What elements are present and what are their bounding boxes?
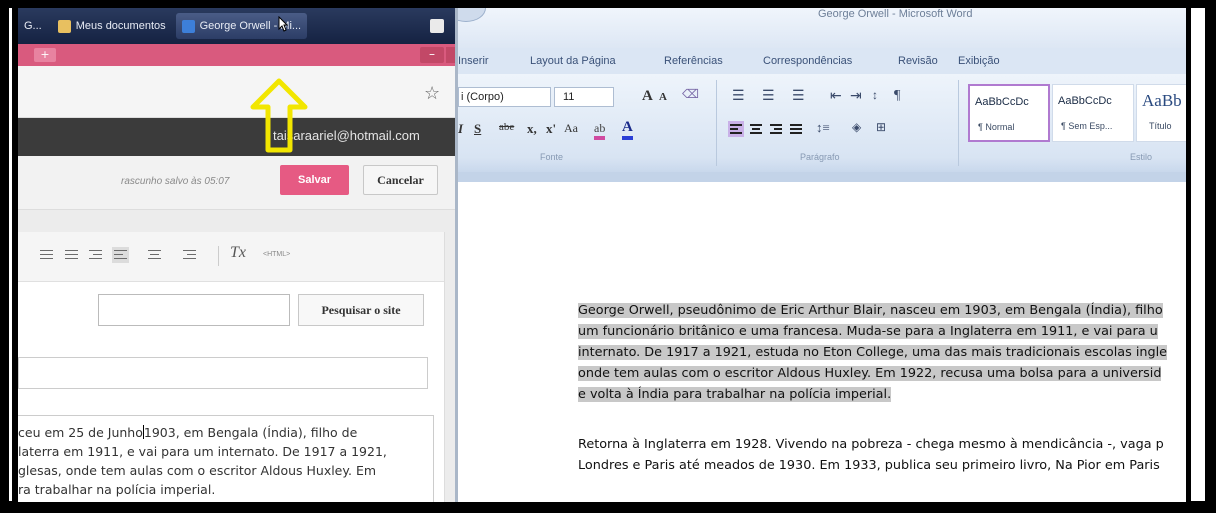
line-spacing-icon[interactable]: ↕≡ bbox=[816, 120, 830, 136]
align-left-icon[interactable] bbox=[728, 121, 744, 137]
group-label-style: Estilo bbox=[1130, 152, 1153, 162]
underline-icon[interactable]: S bbox=[474, 121, 481, 137]
html-mode-button[interactable]: <HTML> bbox=[263, 251, 290, 258]
post-body-text: ceu em 25 de Junho1903, em Bengala (Índi… bbox=[18, 425, 387, 497]
style-titulo[interactable]: AaBb Título bbox=[1136, 84, 1186, 142]
word-window-title: George Orwell - Microsoft Word bbox=[818, 8, 973, 20]
align-right-icon[interactable] bbox=[768, 121, 784, 137]
address-bar[interactable]: ☆ bbox=[18, 66, 455, 118]
mouse-cursor-icon bbox=[278, 16, 288, 32]
clear-formatting-icon[interactable]: Tx bbox=[230, 244, 246, 262]
taskbar-item-documents[interactable]: Meus documentos bbox=[52, 13, 172, 39]
subscript-icon[interactable]: x, bbox=[527, 121, 537, 137]
tab-layout[interactable]: Layout da Página bbox=[530, 55, 616, 67]
ribbon: i (Corpo) 11 A A ⌫ I S abe x, x' Aa ab A… bbox=[458, 74, 1186, 172]
cancel-button[interactable]: Cancelar bbox=[363, 165, 438, 195]
borders-icon[interactable]: ⊞ bbox=[876, 120, 886, 135]
change-case-icon[interactable]: Aa bbox=[564, 121, 578, 136]
word-title-bar: George Orwell - Microsoft Word bbox=[458, 8, 1186, 48]
indent-decrease-icon[interactable] bbox=[89, 249, 102, 261]
bullets-icon[interactable]: ☰ bbox=[732, 88, 745, 105]
taskbar-item-browser[interactable]: G... bbox=[18, 13, 48, 39]
browser-tab-bar: + – bbox=[18, 44, 455, 66]
grow-font-icon[interactable]: A bbox=[642, 88, 653, 105]
bullet-list-icon[interactable] bbox=[65, 249, 78, 261]
taskbar-item-label: G... bbox=[24, 20, 42, 32]
font-size-combo[interactable]: 11 bbox=[554, 87, 614, 107]
taskbar-item-label: Meus documentos bbox=[75, 20, 166, 32]
toolbar-divider bbox=[218, 246, 219, 266]
browser-window: G... Meus documentos George Orwell - Mi.… bbox=[18, 8, 455, 502]
frame-top bbox=[0, 0, 1216, 8]
account-bar: taisaraariel@hotmail.com bbox=[18, 118, 455, 156]
frame-left bbox=[0, 0, 9, 513]
tab-referencias[interactable]: Referências bbox=[664, 55, 723, 67]
editor-content: Pesquisar o site ceu em 25 de Junho1903,… bbox=[18, 282, 455, 502]
editor-separator bbox=[18, 210, 455, 232]
align-center-icon[interactable] bbox=[148, 249, 161, 261]
bookmark-star-icon[interactable]: ☆ bbox=[424, 84, 440, 104]
folder-icon bbox=[57, 19, 71, 33]
new-tab-button[interactable]: + bbox=[34, 48, 56, 62]
document-background bbox=[458, 172, 1186, 182]
italic-icon[interactable]: I bbox=[458, 121, 463, 137]
taskbar: G... Meus documentos George Orwell - Mi.… bbox=[18, 8, 455, 44]
increase-indent-icon[interactable]: ⇥ bbox=[850, 88, 862, 105]
minimize-button[interactable]: – bbox=[420, 47, 444, 63]
frame-right bbox=[1205, 0, 1216, 513]
strikethrough-icon[interactable]: abe bbox=[499, 121, 514, 133]
justify-icon[interactable] bbox=[788, 121, 804, 137]
superscript-icon[interactable]: x' bbox=[546, 121, 556, 137]
highlight-icon[interactable]: ab bbox=[594, 121, 606, 140]
decrease-indent-icon[interactable]: ⇤ bbox=[830, 88, 842, 105]
word-icon bbox=[181, 19, 195, 33]
tab-revisao[interactable]: Revisão bbox=[898, 55, 938, 67]
draft-status: rascunho salvo às 05:07 bbox=[121, 176, 230, 187]
post-body-editor[interactable]: ceu em 25 de Junho1903, em Bengala (Índi… bbox=[18, 415, 434, 502]
numbered-list-icon[interactable] bbox=[40, 249, 53, 261]
clear-format-icon[interactable]: ⌫ bbox=[682, 87, 699, 102]
align-right-icon[interactable] bbox=[183, 249, 196, 261]
document-page[interactable]: George Orwell, pseudônimo de Eric Arthur… bbox=[458, 182, 1186, 502]
shading-icon[interactable]: ◈ bbox=[852, 120, 861, 135]
font-name-combo[interactable]: i (Corpo) bbox=[458, 87, 551, 107]
shrink-font-icon[interactable]: A bbox=[659, 91, 667, 103]
paragraph-2: Retorna à Inglaterra em 1928. Vivendo na… bbox=[578, 437, 1164, 473]
numbering-icon[interactable]: ☰ bbox=[762, 88, 775, 105]
annotation-arrow-icon bbox=[250, 78, 308, 153]
ribbon-tabs: Inserir Layout da Página Referências Cor… bbox=[458, 48, 1186, 74]
post-title-input[interactable] bbox=[18, 357, 428, 389]
editor-action-bar: rascunho salvo às 05:07 Salvar Cancelar bbox=[18, 156, 455, 210]
multilevel-list-icon[interactable]: ☰ bbox=[792, 88, 805, 105]
browser-scrollbar[interactable] bbox=[444, 232, 455, 502]
tab-exibicao[interactable]: Exibição bbox=[958, 55, 1000, 67]
style-normal[interactable]: AaBbCcDc ¶ Normal bbox=[968, 84, 1050, 142]
group-label-font: Fonte bbox=[540, 152, 564, 162]
sort-icon[interactable]: ↕ bbox=[872, 88, 878, 103]
style-sem-espacamento[interactable]: AaBbCcDc ¶ Sem Esp... bbox=[1052, 84, 1134, 142]
group-separator bbox=[716, 80, 717, 166]
tab-inserir[interactable]: Inserir bbox=[458, 55, 489, 67]
editor-toolbar: Tx <HTML> bbox=[18, 232, 455, 282]
tab-correspondencias[interactable]: Correspondências bbox=[763, 55, 852, 67]
frame-bottom bbox=[0, 501, 1216, 513]
pilcrow-icon[interactable]: ¶ bbox=[894, 88, 900, 104]
restore-button[interactable] bbox=[446, 47, 455, 63]
group-label-paragraph: Parágrafo bbox=[800, 152, 840, 162]
taskbar-overflow-icon[interactable] bbox=[430, 19, 444, 33]
word-window: George Orwell - Microsoft Word Inserir L… bbox=[458, 8, 1186, 502]
align-center-icon[interactable] bbox=[748, 121, 764, 137]
site-search-button[interactable]: Pesquisar o site bbox=[298, 294, 424, 326]
align-left-icon[interactable] bbox=[112, 247, 129, 263]
site-search-input[interactable] bbox=[98, 294, 290, 326]
group-separator bbox=[958, 80, 959, 166]
office-button-icon[interactable] bbox=[458, 8, 486, 22]
font-color-icon[interactable]: A bbox=[622, 119, 633, 140]
paragraph-1: George Orwell, pseudônimo de Eric Arthur… bbox=[578, 303, 1168, 402]
frame-right-inner bbox=[1186, 8, 1191, 502]
save-button[interactable]: Salvar bbox=[280, 165, 349, 195]
